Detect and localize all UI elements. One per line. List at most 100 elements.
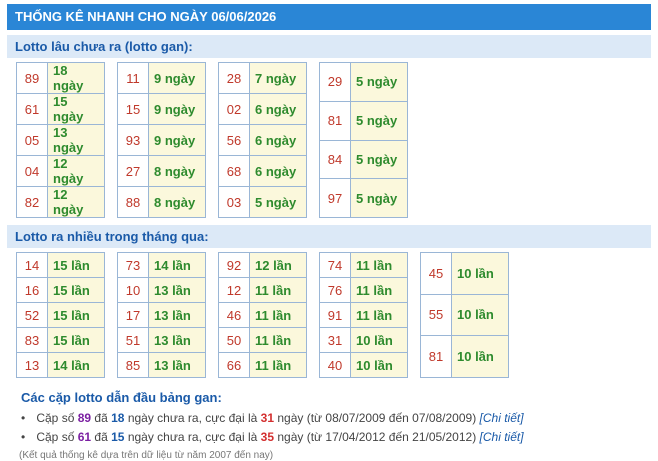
gan-count: 9 ngày — [148, 124, 206, 156]
page-title: THỐNG KÊ NHANH CHO NGÀY 06/06/2026 — [7, 4, 651, 30]
table-row: 76 11 lần — [319, 277, 408, 303]
frequent-number: 83 — [16, 327, 48, 353]
table-row: 97 5 ngày — [319, 178, 408, 218]
frequent-count: 10 lần — [350, 327, 408, 353]
frequent-number: 73 — [117, 252, 149, 278]
gan-count: 5 ngày — [350, 62, 408, 102]
table-row: 27 8 ngày — [117, 155, 206, 187]
gan-count: 12 ngày — [47, 155, 105, 187]
bullet-icon: • — [21, 430, 26, 444]
frequent-count: 12 lần — [249, 252, 307, 278]
pair-text: ngày chưa ra, cực đại là — [127, 411, 258, 425]
table-row: 02 6 ngày — [218, 93, 307, 125]
frequent-number: 85 — [117, 352, 149, 378]
frequent-count: 11 lần — [249, 327, 307, 353]
table-row: 12 11 lần — [218, 277, 307, 303]
gan-number: 05 — [16, 124, 48, 156]
gan-count: 8 ngày — [148, 155, 206, 187]
frequent-number: 55 — [420, 293, 452, 337]
pair-detail-link[interactable]: [Chi tiết] — [480, 430, 524, 444]
pair-item: • Cặp số 89 đã 18 ngày chưa ra, cực đại … — [21, 409, 651, 428]
frequent-number: 13 — [16, 352, 48, 378]
table-row: 29 5 ngày — [319, 62, 408, 102]
pair-text: đã — [94, 430, 108, 444]
gan-count: 9 ngày — [148, 62, 206, 94]
table-row: 92 12 lần — [218, 252, 307, 278]
gan-number: 27 — [117, 155, 149, 187]
pairs-title: Các cặp lotto dẫn đầu bảng gan: — [21, 390, 222, 405]
frequent-number: 66 — [218, 352, 250, 378]
frequent-count: 11 lần — [249, 302, 307, 328]
table-row: 85 13 lần — [117, 352, 206, 378]
frequent-count: 15 lần — [47, 252, 105, 278]
gan-number: 02 — [218, 93, 250, 125]
stats-panel: THỐNG KÊ NHANH CHO NGÀY 06/06/2026 Lotto… — [7, 4, 651, 461]
frequent-count: 11 lần — [249, 277, 307, 303]
gan-tables: 89 18 ngày 61 15 ngày 05 13 ngày 04 12 ngày 82 12… — [7, 62, 651, 218]
table-row: 51 13 lần — [117, 327, 206, 353]
table-row: 83 15 lần — [16, 327, 105, 353]
frequent-count: 15 lần — [47, 277, 105, 303]
gan-number: 56 — [218, 124, 250, 156]
gan-number: 88 — [117, 186, 149, 218]
gan-table: 29 5 ngày 81 5 ngày 84 5 ngày 97 5 ngày — [319, 62, 408, 218]
frequent-count: 11 lần — [350, 302, 408, 328]
gan-number: 68 — [218, 155, 250, 187]
table-row: 84 5 ngày — [319, 139, 408, 180]
table-row: 91 11 lần — [319, 302, 408, 328]
frequent-number: 74 — [319, 252, 351, 278]
frequent-count: 11 lần — [350, 277, 408, 303]
frequent-count: 14 lần — [148, 252, 206, 278]
frequent-count: 10 lần — [451, 252, 509, 295]
frequent-number: 12 — [218, 277, 250, 303]
frequent-count: 15 lần — [47, 327, 105, 353]
gan-count: 5 ngày — [350, 100, 408, 141]
table-row: 56 6 ngày — [218, 124, 307, 156]
gan-number: 29 — [319, 62, 351, 102]
table-row: 81 10 lần — [420, 335, 509, 378]
table-row: 93 9 ngày — [117, 124, 206, 156]
frequent-number: 17 — [117, 302, 149, 328]
frequent-table: 14 15 lần 16 15 lần 52 15 lần 83 15 lần 13 14 lần — [16, 252, 105, 378]
table-row: 50 11 lần — [218, 327, 307, 353]
pair-item: • Cặp số 61 đã 15 ngày chưa ra, cực đại … — [21, 428, 651, 447]
frequent-number: 40 — [319, 352, 351, 378]
pair-number: 89 — [77, 411, 92, 425]
gan-number: 81 — [319, 100, 351, 141]
table-row: 14 15 lần — [16, 252, 105, 278]
gan-count: 5 ngày — [350, 139, 408, 180]
table-row: 04 12 ngày — [16, 155, 105, 187]
pair-prefix: Cặp số — [36, 430, 75, 444]
table-row: 82 12 ngày — [16, 186, 105, 218]
gan-count: 15 ngày — [47, 93, 105, 125]
gan-section-title: Lotto lâu chưa ra (lotto gan): — [7, 35, 651, 58]
frequent-table: 92 12 lần 12 11 lần 46 11 lần 50 11 lần 66 11 lần — [218, 252, 307, 378]
gan-number: 03 — [218, 186, 250, 218]
frequent-number: 10 — [117, 277, 149, 303]
pair-detail-link[interactable]: [Chi tiết] — [480, 411, 524, 425]
pair-text: ngày chưa ra, cực đại là — [127, 430, 258, 444]
frequent-number: 76 — [319, 277, 351, 303]
frequent-table: 74 11 lần 76 11 lần 91 11 lần 31 10 lần 40 10 lần — [319, 252, 408, 378]
gan-count: 6 ngày — [249, 155, 307, 187]
frequent-number: 16 — [16, 277, 48, 303]
table-row: 73 14 lần — [117, 252, 206, 278]
table-row: 10 13 lần — [117, 277, 206, 303]
table-row: 55 10 lần — [420, 293, 509, 337]
frequent-section-title: Lotto ra nhiều trong tháng qua: — [7, 225, 651, 248]
frequent-count: 11 lần — [249, 352, 307, 378]
pair-days: 15 — [111, 430, 125, 444]
frequent-number: 46 — [218, 302, 250, 328]
frequent-number: 45 — [420, 252, 452, 295]
pair-number: 61 — [77, 430, 92, 444]
table-row: 89 18 ngày — [16, 62, 105, 94]
gan-number: 82 — [16, 186, 48, 218]
pair-text: đã — [94, 411, 108, 425]
frequent-count: 13 lần — [148, 327, 206, 353]
gan-number: 89 — [16, 62, 48, 94]
table-row: 03 5 ngày — [218, 186, 307, 218]
table-row: 31 10 lần — [319, 327, 408, 353]
gan-count: 5 ngày — [249, 186, 307, 218]
frequent-count: 14 lần — [47, 352, 105, 378]
table-row: 28 7 ngày — [218, 62, 307, 94]
